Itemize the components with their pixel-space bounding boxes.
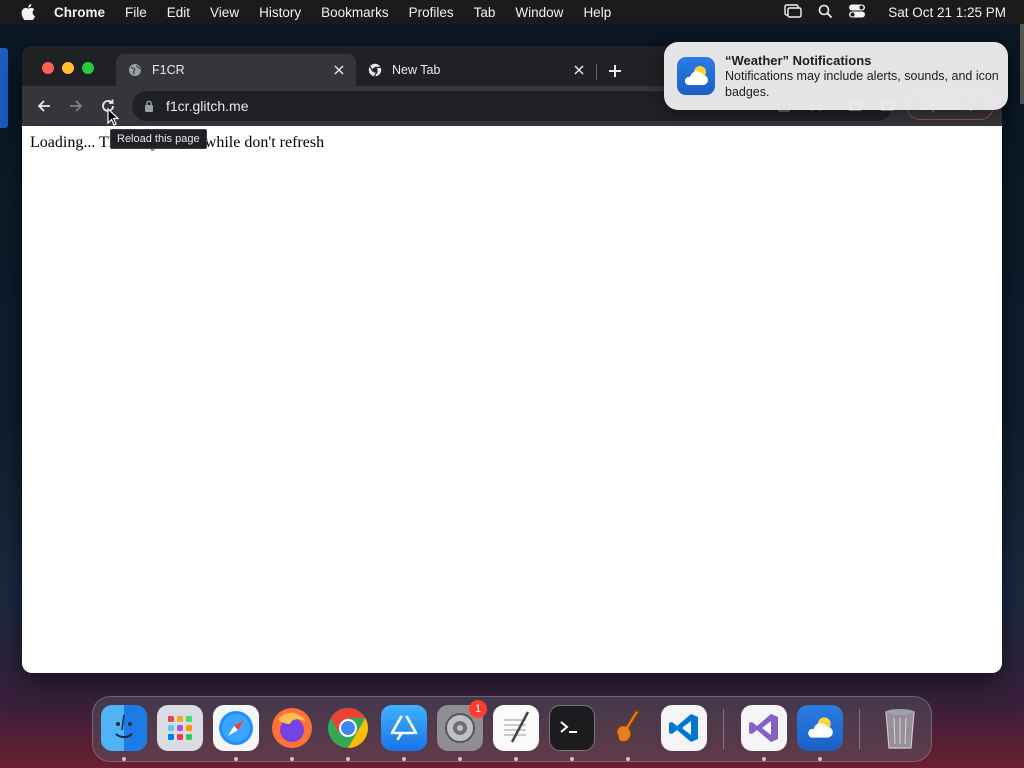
tab-title: F1CR [152, 63, 185, 77]
control-center-icon[interactable] [848, 4, 866, 21]
menu-window[interactable]: Window [515, 5, 563, 20]
globe-icon [128, 63, 142, 77]
visual-studio-icon[interactable] [741, 705, 787, 751]
dock: 1 [92, 696, 932, 762]
minimize-window-button[interactable] [62, 62, 74, 74]
notification-body: Notifications may include alerts, sounds… [725, 68, 999, 99]
menu-bar: Chrome File Edit View History Bookmarks … [0, 0, 1024, 24]
running-indicator [762, 757, 766, 761]
textedit-icon[interactable] [493, 705, 539, 751]
running-indicator [570, 757, 574, 761]
menu-app-chrome[interactable]: Chrome [54, 5, 105, 20]
menu-help[interactable]: Help [583, 5, 611, 20]
weather-icon[interactable] [797, 705, 843, 751]
running-indicator [290, 757, 294, 761]
scroll-edge [1020, 24, 1024, 104]
menubar-clock[interactable]: Sat Oct 21 1:25 PM [888, 5, 1006, 20]
menu-edit[interactable]: Edit [167, 5, 190, 20]
new-tab-plus-icon[interactable] [606, 62, 624, 80]
dock-divider [723, 709, 724, 749]
tab-new-tab[interactable]: New Tab [356, 54, 596, 86]
zoom-window-button[interactable] [82, 62, 94, 74]
chrome-icon [368, 63, 382, 77]
running-indicator [818, 757, 822, 761]
notification-badge: 1 [469, 700, 487, 718]
apple-icon[interactable] [18, 2, 38, 22]
back-arrow-icon[interactable] [35, 97, 53, 115]
menu-tab[interactable]: Tab [474, 5, 496, 20]
menu-file[interactable]: File [125, 5, 147, 20]
web-content[interactable]: Loading... This may take a while don't r… [22, 126, 1002, 673]
terminal-icon[interactable] [549, 705, 595, 751]
settings-icon[interactable]: 1 [437, 700, 487, 751]
app-store-icon[interactable] [381, 705, 427, 751]
screen-mirroring-icon[interactable] [784, 3, 802, 21]
menu-bookmarks[interactable]: Bookmarks [321, 5, 389, 20]
weather-notification[interactable]: “Weather” Notifications Notifications ma… [664, 42, 1008, 110]
mouse-pointer-icon [107, 107, 120, 126]
url-text: f1cr.glitch.me [166, 98, 249, 114]
running-indicator [234, 757, 238, 761]
finder-icon[interactable] [101, 705, 147, 751]
tab-f1cr[interactable]: F1CR [116, 54, 356, 86]
firefox-icon[interactable] [269, 705, 315, 751]
running-indicator [458, 757, 462, 761]
dock-divider [859, 709, 860, 749]
notification-text: “Weather” Notifications Notifications ma… [725, 53, 1008, 100]
forward-arrow-icon[interactable] [67, 97, 85, 115]
weather-app-icon [677, 57, 715, 95]
running-indicator [122, 757, 126, 761]
spotlight-search-icon[interactable] [818, 4, 833, 21]
menubar-status-area: Sat Oct 21 1:25 PM [784, 0, 1006, 24]
notification-title: “Weather” Notifications [725, 52, 872, 68]
tab-title: New Tab [392, 63, 441, 77]
running-indicator [346, 757, 350, 761]
close-window-button[interactable] [42, 62, 54, 74]
launchpad-icon[interactable] [157, 705, 203, 751]
lock-icon[interactable] [142, 99, 156, 113]
vscode-icon[interactable] [661, 705, 707, 751]
running-indicator [626, 757, 630, 761]
safari-icon[interactable] [213, 705, 259, 751]
chrome-icon[interactable] [325, 705, 371, 751]
menu-profiles[interactable]: Profiles [409, 5, 454, 20]
close-tab-icon[interactable] [572, 63, 586, 77]
browser-window: F1CR New Tab f1cr.glitch.me Loading... w… [22, 46, 1002, 673]
menu-view[interactable]: View [210, 5, 239, 20]
running-indicator [402, 757, 406, 761]
reload-tooltip: Reload this page [110, 129, 207, 149]
close-tab-icon[interactable] [332, 63, 346, 77]
tab-divider [596, 64, 597, 80]
menu-history[interactable]: History [259, 5, 301, 20]
desktop-window-edge [0, 48, 8, 128]
trash-icon[interactable] [877, 705, 923, 751]
garageband-icon[interactable] [605, 705, 651, 751]
running-indicator [514, 757, 518, 761]
